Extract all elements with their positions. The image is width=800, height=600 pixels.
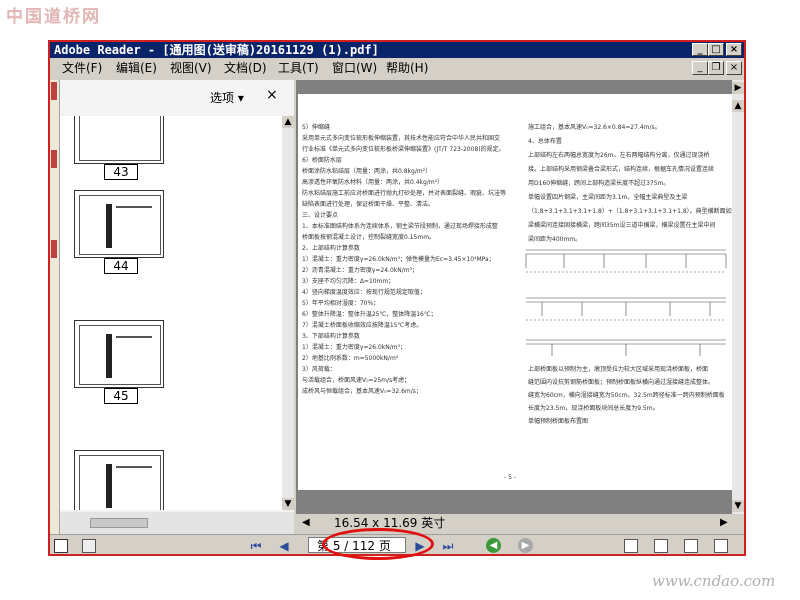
text-line: 梁横梁间连接固接横梁，跨间35m设三道中横梁，横梁设置在主梁中间 (528, 222, 716, 229)
watermark-top: 中国道桥网 (6, 7, 101, 27)
text-line: 与活载组合，桥面风速V₀=25m/s考虑； (302, 377, 411, 384)
page-thumbnail[interactable] (74, 190, 164, 258)
page-thumbnail[interactable] (74, 320, 164, 388)
menu-view[interactable]: 视图(V) (170, 58, 212, 78)
first-page-icon[interactable]: ⏮ (248, 538, 264, 554)
text-line: 用D160伸缩缝，跨间上部构造梁长度不超过375m。 (528, 180, 670, 187)
text-line: 缝宽为60cm，横向湿接缝宽为50cm。32.5m跨径标准一跨内预制桥面板 (528, 392, 725, 399)
text-line: 防水粘结层施工前应对桥面进行抛丸打砂处理，并对表面裂缝、瑕疵、坑洼等 (302, 190, 507, 197)
text-line: 长度为23.5m，现浇桥面板块间总长度为9.5m。 (528, 405, 659, 412)
menu-file[interactable]: 文件(F) (62, 58, 102, 78)
menu-bar: 文件(F) 编辑(E) 视图(V) 文档(D) 工具(T) 窗口(W) 帮助(H… (50, 58, 744, 78)
text-line: 高渗透性环氧防水材料（用量：两涂，共0.4kg/m²） (302, 179, 444, 186)
text-line: 1）混凝土：重力密度γ=26.0kN/m³；弹性模量为Ec=3.45×10⁴MP… (302, 256, 495, 263)
facing-layout-icon[interactable] (684, 539, 698, 553)
text-line: 桥面涂防水粘结层（用量：两涂，共0.8kg/m²） (302, 168, 432, 175)
thumbnail-label: 43 (104, 164, 138, 180)
thumbnail-label: 45 (104, 388, 138, 404)
doc-close-button[interactable]: × (726, 61, 742, 75)
text-line: 三、设计要点 (302, 212, 339, 219)
text-line: 1）混凝土：重力密度γ=26.0kN/m³； (302, 344, 406, 351)
previous-view-icon[interactable]: ◀ (486, 538, 501, 553)
text-line: 上部结构左右两幅总宽度为26m，左右两幅结构分离，仅通过现浇桥 (528, 152, 710, 159)
minimize-button[interactable]: _ (692, 43, 708, 56)
continuous-layout-icon[interactable] (654, 539, 668, 553)
last-page-icon[interactable]: ⏭ (440, 538, 456, 554)
menu-document[interactable]: 文档(D) (224, 58, 267, 78)
text-line: 接。上部结构采用钢梁叠合梁形式，结构连续，根据车孔情况设置连续 (528, 166, 715, 173)
window-title: Adobe Reader - [通用图(送审稿)20161129 (1).pdf… (54, 43, 379, 57)
menu-help[interactable]: 帮助(H) (386, 58, 428, 78)
screen-icon[interactable] (54, 539, 68, 553)
reader-window: Adobe Reader - [通用图(送审稿)20161129 (1).pdf… (48, 40, 746, 556)
text-line: 成桥风与恒载组合，基本风速V₀=32.6m/s； (302, 388, 422, 395)
text-line: 7）混凝土桥面板收缩效应按降温15℃考虑。 (302, 322, 423, 329)
text-line: 缝范围内设抗剪钢筋桥面板；预制桥面板纵横向通过湿接缝连成整体。 (528, 379, 715, 386)
text-line: 采用单元式多向变位梳形板伸缩装置，其技术性能应符合中华人民共和国交 (302, 135, 501, 142)
bookmarks-tab[interactable] (51, 82, 57, 100)
scroll-up-icon[interactable]: ▶ (732, 82, 744, 94)
thumbnail-label: 44 (104, 258, 138, 274)
text-line: 2）沥青混凝土：重力密度γ=24.0kN/m³； (302, 267, 418, 274)
text-line: 6）桥面防水层 (302, 157, 342, 164)
page-thumbnail[interactable] (74, 450, 164, 510)
continuous-facing-layout-icon[interactable] (714, 539, 728, 553)
next-view-icon[interactable]: ▶ (518, 538, 533, 553)
document-scrollbar[interactable]: ▶ ▲ ▼ (732, 80, 744, 514)
menu-tools[interactable]: 工具(T) (278, 58, 319, 78)
text-line: 4）竖向梯度温度效应：按现行规范规定取值； (302, 289, 426, 296)
title-bar: Adobe Reader - [通用图(送审稿)20161129 (1).pdf… (50, 42, 744, 58)
close-button[interactable]: × (726, 43, 742, 56)
scroll-left-icon[interactable]: ◀ (302, 514, 310, 532)
scroll-thumb[interactable] (90, 518, 148, 528)
highlight-circle (322, 528, 434, 560)
doc-minimize-button[interactable]: _ (692, 61, 708, 75)
panel-close-icon[interactable]: × (266, 87, 278, 103)
doc-restore-button[interactable]: ❐ (708, 61, 724, 75)
text-line: 施工组合，基本风速V₀=32.6×0.84=27.4m/s。 (528, 124, 661, 131)
thumbnail-scrollbar[interactable]: ▲ ▼ (282, 116, 294, 510)
pdf-page: 5）伸缩缝采用单元式多向变位梳形板伸缩装置，其技术性能应符合中华人民共和国交 行业… (298, 94, 732, 490)
maximize-button[interactable]: □ (708, 43, 724, 56)
text-line: 1、本标准图结构体系为连续体系，钢主梁节段预制，通过现场焊接形成整 (302, 223, 498, 230)
scroll-down-icon[interactable]: ▼ (732, 500, 744, 512)
text-line: 3）风荷载： (302, 366, 336, 373)
previous-page-icon[interactable]: ◀ (276, 538, 292, 554)
thumbnail-list: 43 44 45 (60, 116, 282, 510)
text-line: 2、上部结构计算参数 (302, 245, 360, 252)
text-line: 4、总体布置 (528, 138, 562, 145)
text-line: 2）地基比例系数：m=5000kN/m⁴ (302, 355, 399, 362)
text-line: 桥面板按钢混凝土设计，控制裂缝宽度0.15mm。 (302, 234, 436, 241)
text-line: 3、下部结构计算参数 (302, 333, 360, 340)
page-icon[interactable] (82, 539, 96, 553)
text-line: 5）年平均相对湿度：70%； (302, 300, 380, 307)
text-line: 3）支座不均匀沉降：Δ=10mm； (302, 278, 395, 285)
text-line: 行业标准《单元式多向变位梳形板桥梁伸缩装置》(JT/T 723-2008)的规定… (302, 146, 505, 153)
text-line: 6）整体升降温：整体升温25℃，整体降温16℃； (302, 311, 437, 318)
text-line: 单幅预制桥面板布置图 (528, 418, 589, 425)
thumbnail-horizontal-scrollbar[interactable] (60, 512, 294, 534)
options-menu[interactable]: 选项 ▾ (210, 89, 244, 106)
text-line: 缺陷表面进行处理，保证桥面干燥、平整、清洁。 (302, 201, 435, 208)
page-thumbnail[interactable] (74, 116, 164, 164)
text-line: （1.8+3.1+3.1+3.1+1.8）+（1.8+3.1+3.1+3.1+1… (528, 208, 732, 215)
scroll-right-icon[interactable]: ▶ (720, 514, 728, 532)
scroll-up-icon[interactable]: ▲ (282, 116, 294, 128)
text-line: 5）伸缩缝 (302, 124, 330, 131)
signatures-tab[interactable] (51, 240, 57, 258)
single-page-layout-icon[interactable] (624, 539, 638, 553)
page-number: - 5 - (504, 474, 516, 481)
panel-header: 选项 ▾ × (60, 80, 294, 114)
watermark-bottom: www.cndao.com (652, 572, 776, 590)
scroll-up-icon[interactable]: ▲ (732, 100, 744, 112)
page-thumbnails-panel: 选项 ▾ × 43 44 45 ▲ ▼ (60, 80, 294, 534)
text-line: 单幅设置四片钢梁，主梁间距为3.1m。全幅主梁典型及主梁 (528, 194, 688, 201)
navigation-tab-strip (50, 80, 60, 534)
scroll-down-icon[interactable]: ▼ (282, 498, 294, 510)
pages-tab[interactable] (51, 150, 57, 168)
document-view[interactable]: 5）伸缩缝采用单元式多向变位梳形板伸缩装置，其技术性能应符合中华人民共和国交 行业… (296, 80, 732, 514)
menu-window[interactable]: 窗口(W) (332, 58, 377, 78)
bridge-section-drawings (525, 249, 727, 356)
menu-edit[interactable]: 编辑(E) (116, 58, 157, 78)
